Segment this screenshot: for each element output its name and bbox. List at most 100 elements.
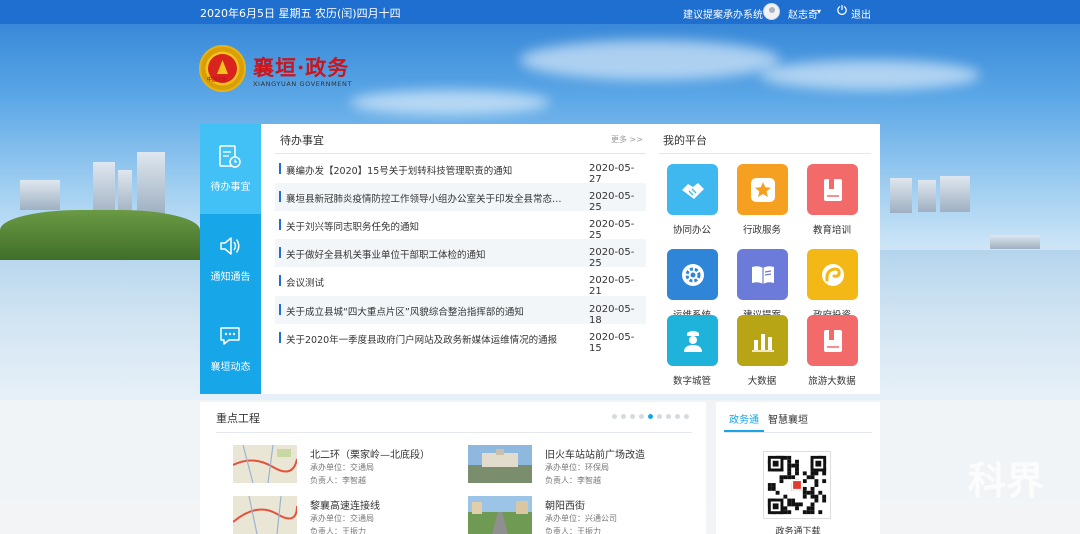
star-icon [751, 178, 775, 202]
todo-item[interactable]: 会议测试 2020-05-21 [275, 267, 646, 297]
map-thumbnail [233, 445, 297, 483]
carousel-dot[interactable] [621, 414, 626, 419]
nav-item-news[interactable]: 襄垣动态 [200, 304, 261, 394]
bullet-bar [279, 304, 281, 315]
officer-icon [684, 331, 702, 352]
todo-item-text[interactable]: 会议测试 [286, 275, 571, 289]
todo-item-date: 2020-05-15 [589, 332, 635, 354]
platform-digital-city[interactable]: 数字城管 [662, 315, 722, 391]
todo-item-text[interactable]: 关于刘兴等同志职务任免的通知 [286, 219, 571, 233]
platform-collab-office[interactable]: 协同办公 [662, 164, 722, 240]
todo-item-text[interactable]: 襄编办发【2020】15号关于划转科技管理职责的通知 [286, 163, 571, 177]
site-title: 襄垣·政务 [253, 55, 350, 80]
tile-background [807, 249, 858, 300]
avatar[interactable] [763, 3, 780, 20]
platform-gov-investment[interactable]: 政府投资 [802, 249, 862, 325]
chat-bubble-icon [220, 327, 240, 345]
todo-item[interactable]: 关于做好全县机关事业单位干部职工体检的通知 2020-05-25 [275, 239, 646, 269]
power-icon[interactable] [836, 4, 848, 16]
carousel-dot[interactable] [684, 414, 689, 419]
platform-admin-service[interactable]: 行政服务 [732, 164, 792, 240]
qr-download-label[interactable]: 政务通下载 [716, 524, 880, 534]
document-clock-icon [219, 145, 241, 168]
building-decoration [93, 162, 115, 217]
todo-item-text[interactable]: 关于成立县城“四大重点片区”风貌综合整治指挥部的通知 [286, 304, 571, 318]
bullet-bar [279, 247, 281, 258]
map-thumbnail [233, 496, 297, 534]
platform-title: 我的平台 [663, 134, 707, 147]
platform-big-data[interactable]: 大数据 [732, 315, 792, 391]
todo-item-text[interactable]: 襄垣县新冠肺炎疫情防控工作领导小组办公室关于印发全县常态化疫... [286, 191, 571, 205]
user-name[interactable]: 赵志奇 [788, 6, 818, 21]
project-card[interactable]: 黎襄高速连接线 承办单位：交通局 负责人：王振力 [233, 496, 463, 534]
building-decoration [918, 180, 936, 212]
watermark: 科界 [968, 458, 1045, 503]
todo-item[interactable]: 关于成立县城“四大重点片区”风貌综合整治指挥部的通知 2020-05-18 [275, 296, 646, 326]
platform-label: 协同办公 [672, 225, 711, 236]
current-date: 2020年6月5日 星期五 农历(闰)四月十四 [200, 7, 401, 20]
nav-item-todo[interactable]: 待办事宜 [200, 124, 261, 214]
street-thumbnail [468, 496, 532, 534]
chevron-down-icon[interactable]: ▾ [817, 7, 821, 16]
speaker-icon [220, 237, 240, 255]
platform-proposal[interactable]: 建议提案 [732, 249, 792, 325]
carousel-dot[interactable] [630, 414, 635, 419]
gov-app-panel: 政务通 智慧襄垣 政务通下载 [716, 402, 880, 534]
more-link[interactable]: 更多 >> [611, 134, 643, 145]
project-card[interactable]: 北二环（栗家岭—北底段） 承办单位：交通局 负责人：李智越 [233, 445, 463, 489]
tile-background [737, 249, 788, 300]
city-emblem-logo: 中国长治 [199, 45, 246, 92]
active-tab-indicator [724, 430, 764, 432]
platform-education[interactable]: 教育培训 [802, 164, 862, 240]
bullet-bar [279, 191, 281, 202]
project-unit: 承办单位：环保局 [545, 463, 609, 472]
project-owner: 负责人：王振力 [310, 527, 366, 534]
carousel-dot[interactable] [612, 414, 617, 419]
logout-button[interactable]: 退出 [851, 6, 871, 21]
todo-item-text[interactable]: 关于做好全县机关事业单位干部职工体检的通知 [286, 247, 571, 261]
todo-item[interactable]: 襄编办发【2020】15号关于划转科技管理职责的通知 2020-05-27 [275, 155, 646, 185]
tile-background [807, 164, 858, 215]
left-navigation: 待办事宜 通知通告 襄垣动态 [200, 124, 261, 394]
todo-item-date: 2020-05-21 [589, 275, 635, 297]
project-unit: 承办单位：兴通公司 [545, 514, 617, 523]
carousel-dot[interactable] [648, 414, 653, 419]
tab-zhengwutong[interactable]: 政务通 [729, 411, 759, 426]
carousel-dot[interactable] [675, 414, 680, 419]
cloud-decoration [760, 60, 980, 90]
tile-background [737, 164, 788, 215]
project-name[interactable]: 朝阳西街 [545, 497, 585, 512]
project-card[interactable]: 旧火车站站前广场改造 承办单位：环保局 负责人：李智越 [468, 445, 698, 489]
proposal-system-link[interactable]: 建议提案承办系统 [683, 6, 763, 21]
todo-item[interactable]: 襄垣县新冠肺炎疫情防控工作领导小组办公室关于印发全县常态化疫... 2020-0… [275, 183, 646, 213]
project-name[interactable]: 旧火车站站前广场改造 [545, 446, 645, 461]
todo-item[interactable]: 关于刘兴等同志职务任免的通知 2020-05-25 [275, 211, 646, 241]
todo-item-text[interactable]: 关于2020年一季度县政府门户网站及政务新媒体运维情况的通报 [286, 332, 571, 346]
key-projects-title: 重点工程 [216, 412, 260, 425]
project-card[interactable]: 朝阳西街 承办单位：兴通公司 负责人：王振力 [468, 496, 698, 534]
nav-item-label: 襄垣动态 [210, 362, 251, 373]
todo-item[interactable]: 关于2020年一季度县政府门户网站及政务新媒体运维情况的通报 2020-05-1… [275, 324, 646, 354]
bullet-bar [279, 275, 281, 286]
bullet-bar [279, 332, 281, 343]
todo-item-date: 2020-05-25 [589, 247, 635, 269]
carousel-dot[interactable] [639, 414, 644, 419]
carousel-dot[interactable] [657, 414, 662, 419]
carousel-dot[interactable] [666, 414, 671, 419]
project-name[interactable]: 北二环（栗家岭—北底段） [310, 446, 430, 461]
divider [659, 153, 871, 154]
platform-tourism-data[interactable]: 旅游大数据 [802, 315, 862, 391]
tile-background [667, 249, 718, 300]
project-unit: 承办单位：交通局 [310, 514, 374, 523]
bar-chart-icon [752, 334, 774, 352]
site-subtitle: XIANGYUAN GOVERNMENT [253, 80, 353, 88]
book-icon [824, 330, 842, 352]
platform-ops-system[interactable]: 运维系统 [662, 249, 722, 325]
tab-smart-xiangyuan[interactable]: 智慧襄垣 [768, 411, 808, 426]
building-decoration [990, 235, 1040, 249]
platform-label: 教育培训 [812, 225, 851, 236]
project-name[interactable]: 黎襄高速连接线 [310, 497, 380, 512]
building-decoration [137, 152, 165, 214]
cloud-decoration [350, 90, 550, 115]
nav-item-notice[interactable]: 通知通告 [200, 214, 261, 304]
